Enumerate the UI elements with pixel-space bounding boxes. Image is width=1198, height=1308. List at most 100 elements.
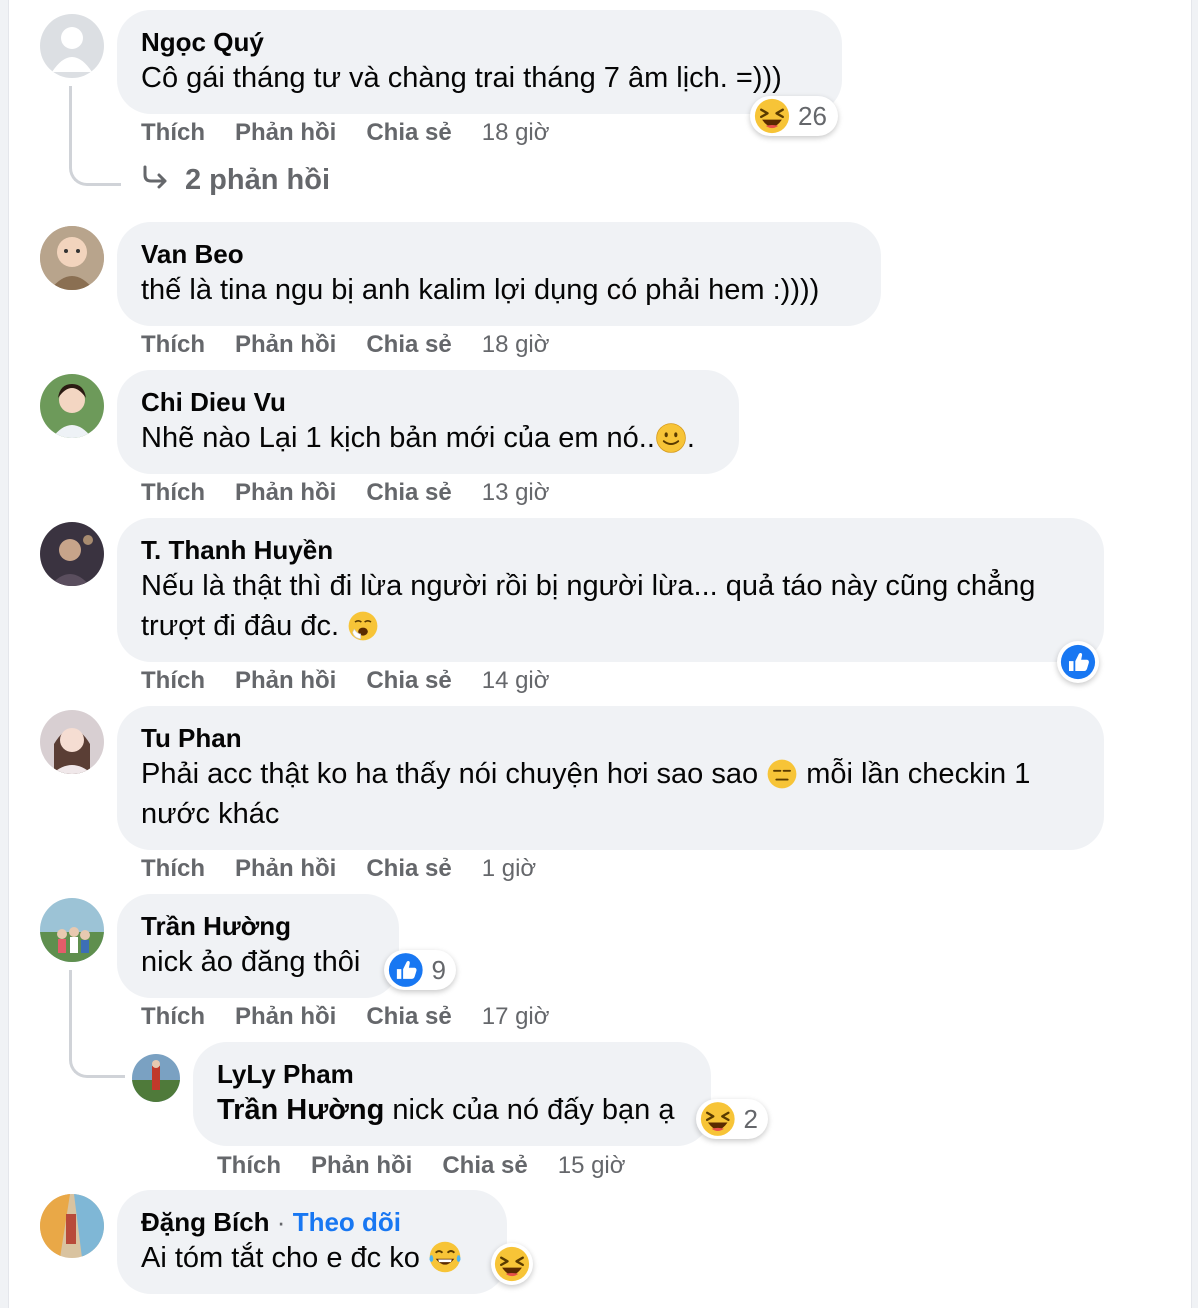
page-edge-left <box>0 0 9 1308</box>
reaction-summary[interactable]: 9 <box>384 950 456 990</box>
like-action[interactable]: Thích <box>141 854 205 884</box>
reply-bubble: LyLy Pham Trần Hường nick của nó đấy bạn… <box>193 1042 711 1146</box>
baby-photo-avatar <box>40 226 104 290</box>
like-action[interactable]: Thích <box>141 666 205 696</box>
comment-text: Ai tóm tắt cho e đc ko <box>141 1238 483 1278</box>
reaction-summary[interactable]: 2 <box>696 1099 768 1139</box>
thread-connector <box>69 86 121 186</box>
laughing-face-icon <box>754 98 790 134</box>
comment-timestamp[interactable]: 13 giờ <box>482 478 550 508</box>
reaction-count: 9 <box>431 954 446 985</box>
reply-text: Trần Hường nick của nó đấy bạn ạ <box>217 1090 687 1130</box>
girl-photo-avatar <box>40 710 104 774</box>
comment-text: thế là tina ngu bị anh kalim lợi dụng có… <box>141 274 820 306</box>
avatar[interactable] <box>40 226 104 290</box>
comment-bubble: Van Beo thế là tina ngu bị anh kalim lợi… <box>117 222 881 326</box>
reply-action[interactable]: Phản hồi <box>235 330 336 360</box>
smiling-face-icon <box>655 422 687 454</box>
comment-text: Cô gái tháng tư và chàng trai tháng 7 âm… <box>141 62 782 94</box>
like-action[interactable]: Thích <box>141 478 205 508</box>
comment-text-line: Phải acc thật ko ha thấy nói chuyện hơi … <box>141 754 1080 794</box>
comment-author[interactable]: T. Thanh Huyền <box>141 534 1080 566</box>
comment-author[interactable]: Van Beo <box>141 238 857 270</box>
comment-author[interactable]: Tu Phan <box>141 722 1080 754</box>
comment-text-line: trượt đi đâu đc. <box>141 606 1080 646</box>
comment-bubble: Trần Hường nick ảo đăng thôi <box>117 894 399 998</box>
comment-text-body: Ai tóm tắt cho e đc ko <box>141 1242 420 1274</box>
dark-photo-avatar <box>40 522 104 586</box>
comment-text-tail: . <box>686 422 695 454</box>
like-reaction-icon <box>1060 644 1096 680</box>
outdoor-photo-avatar <box>132 1054 180 1102</box>
comment-author[interactable]: Trần Hường <box>141 910 375 942</box>
comment-timestamp[interactable]: 18 giờ <box>482 118 550 148</box>
comment-text-body: Nhẽ nào Lại 1 kịch bản mới của em nó.. <box>141 422 655 454</box>
comment-actions: Thích Phản hồi Chia sẻ 14 giờ <box>141 666 550 696</box>
reply-action[interactable]: Phản hồi <box>235 478 336 508</box>
reply-action[interactable]: Phản hồi <box>311 1151 412 1181</box>
laughing-face-icon <box>700 1101 736 1137</box>
comment-author-row: Đặng Bích · Theo dõi <box>141 1206 483 1238</box>
comment-author[interactable]: Ngọc Quý <box>141 26 818 58</box>
comment-actions: Thích Phản hồi Chia sẻ 1 giờ <box>141 854 536 884</box>
reply-text-body: nick của nó đấy bạn ạ <box>392 1094 675 1126</box>
default-avatar-icon <box>52 27 92 72</box>
comment-actions: Thích Phản hồi Chia sẻ 13 giờ <box>141 478 550 508</box>
like-action[interactable]: Thích <box>217 1151 281 1181</box>
reply-action[interactable]: Phản hồi <box>235 1002 336 1032</box>
comment-actions: Thích Phản hồi Chia sẻ 18 giờ <box>141 330 550 360</box>
reply-action[interactable]: Phản hồi <box>235 854 336 884</box>
like-action[interactable]: Thích <box>141 118 205 148</box>
avatar[interactable] <box>40 14 104 78</box>
view-replies-label: 2 phản hồi <box>185 164 330 196</box>
page-edge-right <box>1191 0 1198 1308</box>
comment-bubble: Ngọc Quý Cô gái tháng tư và chàng trai t… <box>117 10 842 114</box>
like-action[interactable]: Thích <box>141 330 205 360</box>
comment-text: nick ảo đăng thôi <box>141 946 361 978</box>
avatar[interactable] <box>40 898 104 962</box>
share-action[interactable]: Chia sẻ <box>442 1151 527 1181</box>
reply-action[interactable]: Phản hồi <box>235 666 336 696</box>
reaction-summary[interactable] <box>1057 641 1099 683</box>
avatar[interactable] <box>40 1194 104 1258</box>
share-action[interactable]: Chia sẻ <box>366 1002 451 1032</box>
woman-photo-avatar <box>40 374 104 438</box>
reaction-count: 2 <box>743 1103 758 1134</box>
colorful-photo-avatar <box>40 1194 104 1258</box>
expressionless-face-icon <box>766 758 798 790</box>
comment-timestamp[interactable]: 18 giờ <box>482 330 550 360</box>
reply-author[interactable]: LyLy Pham <box>217 1058 687 1090</box>
comment-text-body: mỗi lần checkin 1 <box>806 758 1031 790</box>
comment-text-line: Nếu là thật thì đi lừa người rồi bị ngườ… <box>141 570 1036 602</box>
comment-text-body: trượt đi đâu đc. <box>141 610 340 642</box>
comment-timestamp[interactable]: 1 giờ <box>482 854 536 884</box>
avatar[interactable] <box>40 522 104 586</box>
follow-button[interactable]: Theo dõi <box>293 1207 401 1237</box>
reply-arrow-icon <box>141 164 171 197</box>
comment-timestamp[interactable]: 17 giờ <box>482 1002 550 1032</box>
reaction-summary[interactable] <box>491 1243 533 1285</box>
like-action[interactable]: Thích <box>141 1002 205 1032</box>
group-photo-avatar <box>40 898 104 962</box>
share-action[interactable]: Chia sẻ <box>366 666 451 696</box>
comment-bubble: Tu Phan Phải acc thật ko ha thấy nói chu… <box>117 706 1104 850</box>
comment-timestamp[interactable]: 15 giờ <box>558 1151 626 1181</box>
reply-actions: Thích Phản hồi Chia sẻ 15 giờ <box>217 1151 626 1181</box>
comment-bubble: Đặng Bích · Theo dõi Ai tóm tắt cho e đc… <box>117 1190 507 1294</box>
avatar[interactable] <box>40 710 104 774</box>
share-action[interactable]: Chia sẻ <box>366 854 451 884</box>
reply-action[interactable]: Phản hồi <box>235 118 336 148</box>
reaction-count: 26 <box>798 100 827 131</box>
mention-link[interactable]: Trần Hường <box>217 1094 384 1126</box>
view-replies-link[interactable]: 2 phản hồi <box>141 164 330 197</box>
comment-author[interactable]: Chi Dieu Vu <box>141 386 715 418</box>
comment-timestamp[interactable]: 14 giờ <box>482 666 550 696</box>
avatar[interactable] <box>40 374 104 438</box>
avatar[interactable] <box>132 1054 180 1102</box>
share-action[interactable]: Chia sẻ <box>366 330 451 360</box>
share-action[interactable]: Chia sẻ <box>366 118 451 148</box>
share-action[interactable]: Chia sẻ <box>366 478 451 508</box>
comment-bubble: T. Thanh Huyền Nếu là thật thì đi lừa ng… <box>117 518 1104 662</box>
reaction-summary[interactable]: 26 <box>750 96 838 136</box>
comment-author[interactable]: Đặng Bích <box>141 1207 270 1237</box>
